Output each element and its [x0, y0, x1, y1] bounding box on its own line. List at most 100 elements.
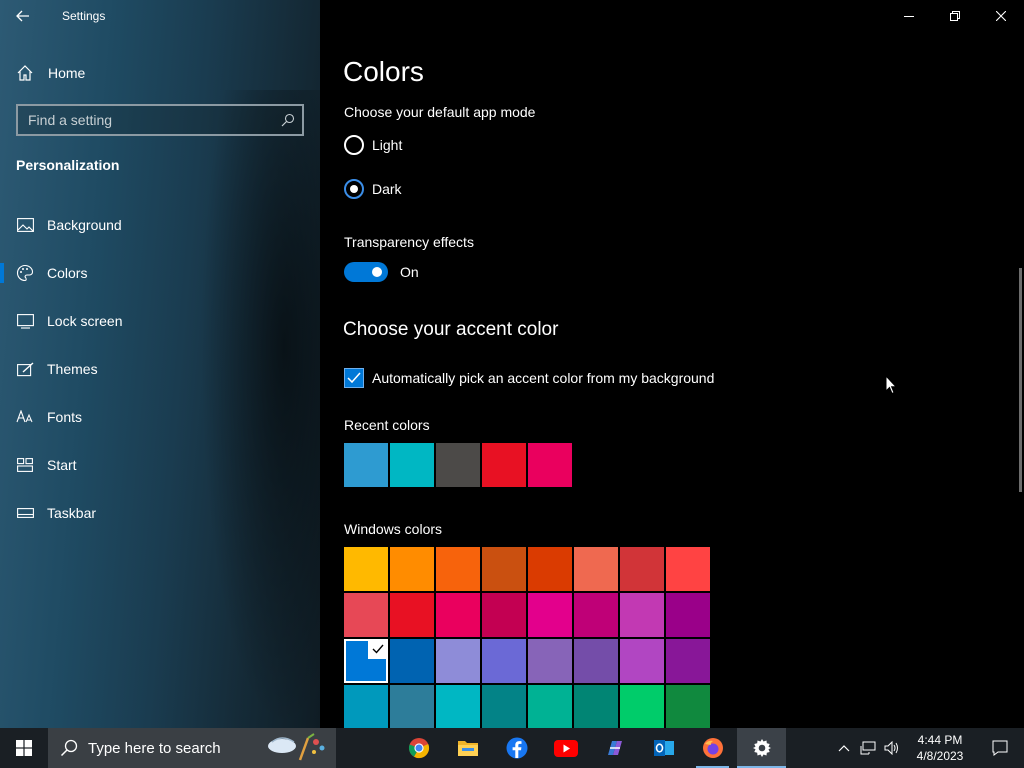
windows-color-swatch[interactable] — [666, 593, 710, 637]
windows-color-swatch[interactable] — [666, 639, 710, 683]
windows-colors-row — [344, 685, 712, 729]
settings-gear-taskbar-button[interactable] — [737, 728, 786, 768]
windows-color-swatch[interactable] — [620, 685, 664, 729]
start-button[interactable] — [0, 728, 48, 768]
windows-colors-row — [344, 547, 712, 591]
arrow-left-icon — [16, 10, 29, 22]
firefox-taskbar-button[interactable] — [688, 728, 737, 768]
action-center-button[interactable] — [976, 728, 1024, 768]
radio-light[interactable]: Light — [344, 135, 402, 155]
windows-color-swatch[interactable] — [390, 639, 434, 683]
sidebar-item-colors[interactable]: Colors — [0, 249, 320, 297]
chrome-taskbar-button[interactable] — [394, 728, 443, 768]
settings-sidebar: Settings Home Find a setting Personaliza… — [0, 0, 320, 728]
windows-color-swatch[interactable] — [620, 547, 664, 591]
copilot-taskbar-button[interactable] — [590, 728, 639, 768]
firefox-icon — [702, 737, 724, 759]
recent-color-swatch[interactable] — [436, 443, 480, 487]
sidebar-item-start[interactable]: Start — [0, 441, 320, 489]
transparency-toggle-row[interactable]: On — [344, 262, 419, 282]
recent-color-swatch[interactable] — [528, 443, 572, 487]
youtube-taskbar-button[interactable] — [541, 728, 590, 768]
windows-color-swatch[interactable] — [482, 593, 526, 637]
sidebar-item-label: Taskbar — [47, 505, 97, 521]
search-highlight-doodle-icon[interactable] — [264, 732, 328, 764]
windows-color-swatch[interactable] — [482, 547, 526, 591]
network-button[interactable] — [856, 728, 880, 768]
windows-color-swatch[interactable] — [436, 639, 480, 683]
clock-date: 4/8/2023 — [916, 749, 964, 763]
chevron-up-icon — [838, 745, 850, 752]
windows-color-swatch[interactable] — [666, 547, 710, 591]
radio-dark[interactable]: Dark — [344, 179, 402, 199]
transparency-heading: Transparency effects — [344, 234, 474, 250]
radio-label: Dark — [372, 181, 402, 197]
transparency-toggle[interactable] — [344, 262, 388, 282]
windows-color-swatch[interactable] — [574, 685, 618, 729]
sidebar-item-fonts[interactable]: Fonts — [0, 393, 320, 441]
windows-color-swatch[interactable] — [482, 685, 526, 729]
minimize-button[interactable] — [886, 0, 932, 32]
windows-color-swatch[interactable] — [574, 547, 618, 591]
search-icon — [60, 739, 78, 757]
personalization-nav: Background Colors Lock screen Themes Fon… — [0, 201, 320, 537]
outlook-icon — [653, 738, 675, 758]
sidebar-item-label: Lock screen — [47, 313, 123, 329]
auto-pick-checkbox[interactable] — [344, 368, 364, 388]
windows-color-swatch[interactable] — [436, 685, 480, 729]
close-button[interactable] — [978, 0, 1024, 32]
windows-color-swatch[interactable] — [344, 547, 388, 591]
windows-color-swatch[interactable] — [528, 639, 572, 683]
search-placeholder: Find a setting — [28, 112, 113, 128]
facebook-taskbar-button[interactable] — [492, 728, 541, 768]
restore-button[interactable] — [932, 0, 978, 32]
windows-color-swatch[interactable] — [528, 547, 572, 591]
section-label-personalization: Personalization — [16, 157, 120, 173]
taskbar-search-box[interactable]: Type here to search — [48, 728, 336, 768]
clock[interactable]: 4:44 PM 4/8/2023 — [904, 732, 976, 764]
windows-color-swatch[interactable] — [482, 639, 526, 683]
taskbar-search-placeholder: Type here to search — [88, 739, 221, 757]
recent-color-swatch[interactable] — [344, 443, 388, 487]
home-nav-item[interactable]: Home — [16, 60, 85, 86]
windows-color-swatch[interactable] — [436, 593, 480, 637]
window-controls — [886, 0, 1024, 32]
windows-color-swatch[interactable] — [574, 593, 618, 637]
auto-pick-accent-checkbox-row[interactable]: Automatically pick an accent color from … — [344, 368, 714, 388]
vertical-scrollbar[interactable] — [1019, 268, 1022, 492]
sidebar-item-lock-screen[interactable]: Lock screen — [0, 297, 320, 345]
settings-gear-icon — [752, 738, 772, 758]
page-title: Colors — [343, 56, 424, 87]
windows-color-swatch[interactable] — [666, 685, 710, 729]
sidebar-item-label: Fonts — [47, 409, 83, 425]
recent-color-swatch[interactable] — [482, 443, 526, 487]
search-icon[interactable] — [274, 106, 302, 134]
outlook-taskbar-button[interactable] — [639, 728, 688, 768]
picture-icon — [16, 216, 34, 234]
windows-color-swatch[interactable] — [344, 593, 388, 637]
find-setting-input[interactable]: Find a setting — [16, 104, 304, 136]
windows-color-swatch[interactable] — [344, 639, 388, 683]
back-button[interactable] — [0, 0, 46, 32]
windows-color-swatch[interactable] — [574, 639, 618, 683]
windows-color-swatch[interactable] — [620, 593, 664, 637]
radio-button[interactable] — [344, 179, 364, 199]
volume-button[interactable] — [880, 728, 904, 768]
sidebar-item-background[interactable]: Background — [0, 201, 320, 249]
windows-color-swatch[interactable] — [344, 685, 388, 729]
sidebar-item-taskbar[interactable]: Taskbar — [0, 489, 320, 537]
windows-color-swatch[interactable] — [528, 685, 572, 729]
windows-color-swatch[interactable] — [620, 639, 664, 683]
windows-color-swatch[interactable] — [528, 593, 572, 637]
sidebar-item-themes[interactable]: Themes — [0, 345, 320, 393]
recent-color-swatch[interactable] — [390, 443, 434, 487]
windows-color-swatch[interactable] — [436, 547, 480, 591]
windows-color-swatch[interactable] — [390, 547, 434, 591]
windows-color-swatch[interactable] — [390, 685, 434, 729]
show-hidden-icons-button[interactable] — [832, 728, 856, 768]
taskbar-pinned-apps — [394, 728, 786, 768]
windows-color-swatch[interactable] — [390, 593, 434, 637]
radio-button[interactable] — [344, 135, 364, 155]
taskbar: Type here to search 4:44 PM 4/8/2023 — [0, 728, 1024, 768]
file-explorer-taskbar-button[interactable] — [443, 728, 492, 768]
